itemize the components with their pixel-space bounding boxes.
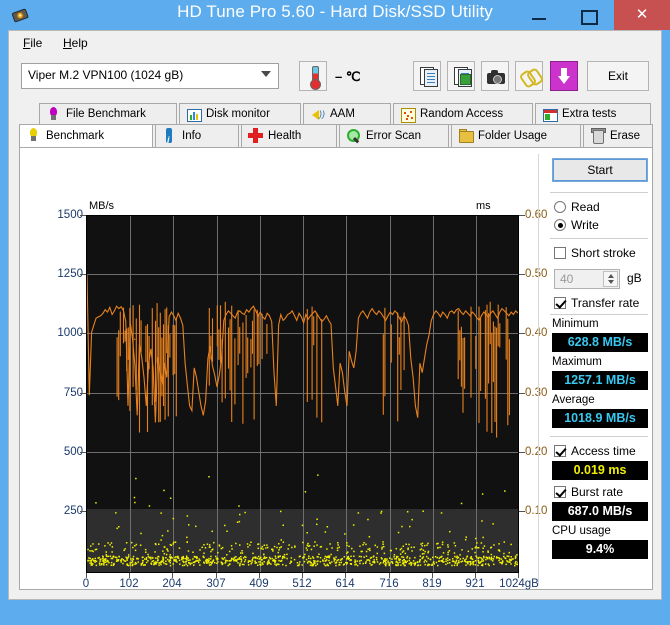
bulb-violet-icon (46, 107, 61, 122)
xtick-102: 102 (114, 578, 144, 590)
average-value: 1018.9 MB/s (552, 409, 648, 428)
burst-rate-checkbox[interactable] (554, 486, 566, 498)
menu-bar: FFileile Help (9, 31, 661, 53)
benchmark-panel: MB/s ms 1500 1250 1000 750 500 250 0.60 … (19, 147, 653, 590)
tab-row-bottom: Benchmark Info Health Error Scan Folder … (19, 124, 653, 148)
hd-tune-pro-window: HD Tune Pro 5.60 - Hard Disk/SSD Utility… (0, 0, 670, 616)
trash-bin-icon (590, 128, 605, 143)
ytick-1000: 1000 (39, 327, 83, 339)
temperature-button[interactable] (299, 61, 327, 91)
xtick-409: 409 (244, 578, 274, 590)
ytick-750: 750 (39, 387, 83, 399)
menu-file[interactable]: FFileile (17, 34, 48, 52)
drive-select-value: Viper M.2 VPN100 (1024 gB) (28, 68, 183, 82)
access-time-value: 0.019 ms (552, 461, 648, 480)
tab-file-benchmark[interactable]: File Benchmark (39, 103, 177, 125)
ytick-500: 500 (39, 446, 83, 458)
table-icon (542, 107, 557, 122)
copy-text-button[interactable] (413, 61, 441, 91)
chart-ylabel: MB/s (89, 200, 114, 212)
maximize-button[interactable] (566, 0, 610, 30)
xtick-921: 921 (460, 578, 490, 590)
save-button[interactable] (550, 61, 578, 91)
transfer-rate-trace (87, 216, 518, 572)
screenshot-button[interactable] (481, 61, 509, 91)
minimize-button[interactable] (517, 0, 561, 30)
maximum-value: 1257.1 MB/s (552, 371, 648, 390)
exit-button[interactable]: Exit (587, 61, 649, 91)
tab-error-scan[interactable]: Error Scan (339, 124, 449, 148)
tab-row-top: File Benchmark Disk monitor )) AAM Rando… (19, 103, 653, 125)
tab-benchmark[interactable]: Benchmark (19, 124, 153, 148)
tab-aam[interactable]: )) AAM (303, 103, 391, 125)
transfer-rate-checkbox[interactable] (554, 297, 566, 309)
tab-health[interactable]: Health (241, 124, 337, 148)
panel-divider (538, 154, 539, 584)
info-icon (162, 128, 177, 143)
download-arrow-icon (558, 68, 570, 78)
chevron-down-icon (261, 71, 271, 77)
xtick-716: 716 (374, 578, 404, 590)
short-stroke-value: 40 (560, 272, 573, 286)
tab-folder-usage[interactable]: Folder Usage (451, 124, 581, 148)
read-radio[interactable] (554, 201, 566, 213)
plot-area (86, 215, 519, 573)
controls-panel: Start Read Write Short stroke 40 (544, 148, 654, 589)
access-time-checkbox[interactable] (554, 445, 566, 457)
average-label: Average (552, 394, 595, 406)
client-area: FFileile Help Viper M.2 VPN100 (1024 gB)… (8, 30, 662, 600)
title-bar: HD Tune Pro 5.60 - Hard Disk/SSD Utility… (0, 0, 670, 30)
toolbar: Viper M.2 VPN100 (1024 gB) – ℃ (9, 53, 661, 101)
window-buttons: ✕ (517, 0, 670, 30)
magnifier-icon (346, 128, 361, 143)
drive-select[interactable]: Viper M.2 VPN100 (1024 gB) (21, 63, 279, 89)
copy-image-button[interactable] (447, 61, 475, 91)
chart-y2label: ms (476, 200, 491, 212)
scatter-icon (400, 107, 415, 122)
ytick-250: 250 (39, 505, 83, 517)
start-button[interactable]: Start (552, 158, 648, 182)
xtick-204: 204 (157, 578, 187, 590)
tab-disk-monitor[interactable]: Disk monitor (179, 103, 301, 125)
short-stroke-stepper[interactable]: 40 (554, 269, 620, 289)
benchmark-chart: MB/s ms 1500 1250 1000 750 500 250 0.60 … (39, 200, 531, 625)
minimum-value: 628.8 MB/s (552, 333, 648, 352)
tab-info[interactable]: Info (155, 124, 239, 148)
menu-help[interactable]: Help (57, 34, 94, 52)
short-stroke-checkbox[interactable] (554, 247, 566, 259)
xtick-614: 614 (330, 578, 360, 590)
red-cross-icon (248, 128, 263, 143)
cpu-usage-label: CPU usage (552, 525, 611, 537)
xtick-512: 512 (287, 578, 317, 590)
ytick-1500: 1500 (39, 209, 83, 221)
short-stroke-unit: gB (627, 271, 642, 285)
write-radio[interactable] (554, 219, 566, 231)
bulb-yellow-icon (26, 128, 41, 143)
stepper-buttons[interactable] (603, 271, 618, 287)
burst-rate-value: 687.0 MB/s (552, 502, 648, 521)
xtick-307: 307 (201, 578, 231, 590)
speaker-icon: )) (310, 107, 325, 122)
xtick-0: 0 (71, 578, 101, 590)
bar-chart-icon (186, 107, 201, 122)
tab-extra-tests[interactable]: Extra tests (535, 103, 651, 125)
xtick-819: 819 (417, 578, 447, 590)
tab-random-access[interactable]: Random Access (393, 103, 533, 125)
maximum-label: Maximum (552, 356, 602, 368)
folder-icon (458, 128, 473, 143)
cpu-usage-value: 9.4% (552, 540, 648, 559)
link-button[interactable] (515, 61, 543, 91)
tab-erase[interactable]: Erase (583, 124, 653, 148)
ytick-1250: 1250 (39, 268, 83, 280)
temperature-value: – ℃ (335, 69, 360, 85)
close-button[interactable]: ✕ (614, 0, 670, 30)
minimum-label: Minimum (552, 318, 599, 330)
